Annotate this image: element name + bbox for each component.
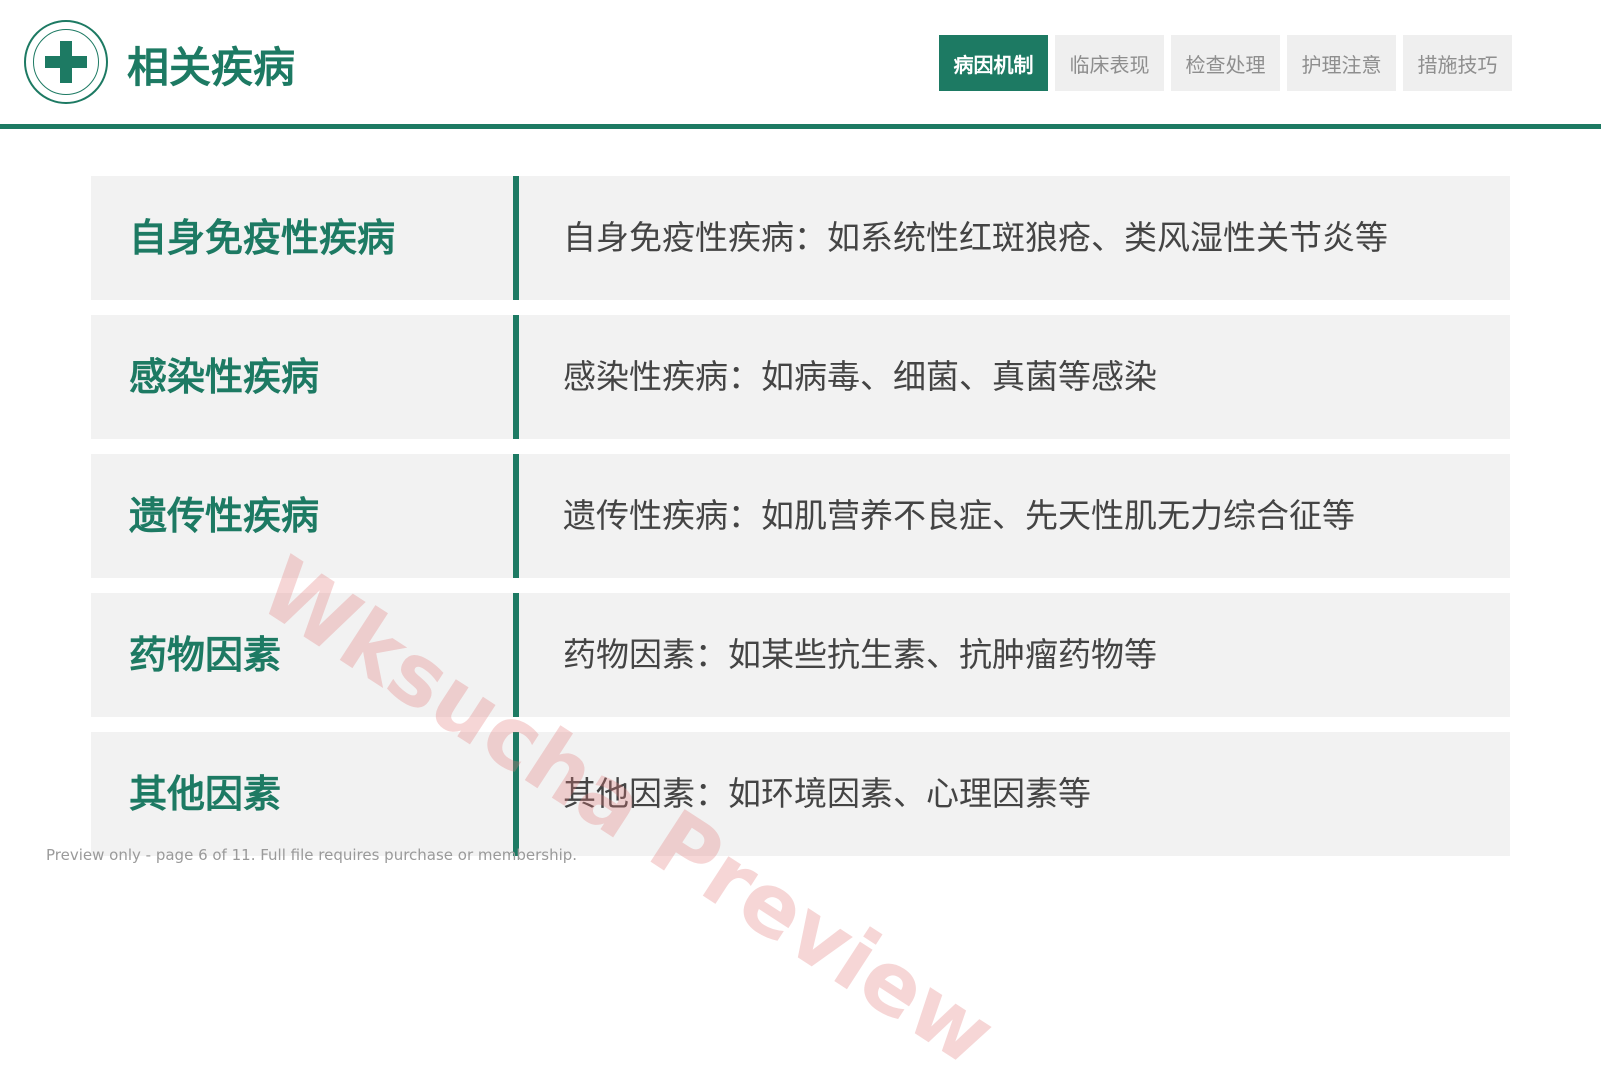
tab-examination[interactable]: 检查处理 xyxy=(1171,35,1280,91)
row-label: 自身免疫性疾病 xyxy=(129,216,396,260)
list-item: 感染性疾病 感染性疾病：如病毒、细菌、真菌等感染 xyxy=(91,315,1510,439)
row-divider xyxy=(513,176,519,300)
tab-clinical-manifestation[interactable]: 临床表现 xyxy=(1055,35,1164,91)
slide-header: 相关疾病 病因机制 临床表现 检查处理 护理注意 措施技巧 xyxy=(0,0,1601,130)
tab-techniques[interactable]: 措施技巧 xyxy=(1403,35,1512,91)
list-item: 自身免疫性疾病 自身免疫性疾病：如系统性红斑狼疮、类风湿性关节炎等 xyxy=(91,176,1510,300)
preview-footer-note: Preview only - page 6 of 11. Full file r… xyxy=(46,846,578,864)
tab-nursing-notes[interactable]: 护理注意 xyxy=(1287,35,1396,91)
row-divider xyxy=(513,454,519,578)
page-title: 相关疾病 xyxy=(127,43,296,92)
row-description: 其他因素：如环境因素、心理因素等 xyxy=(563,774,1091,813)
row-label: 其他因素 xyxy=(129,772,282,816)
tab-etiology[interactable]: 病因机制 xyxy=(939,35,1048,91)
row-divider xyxy=(513,315,519,439)
row-label: 感染性疾病 xyxy=(129,355,320,399)
tab-bar: 病因机制 临床表现 检查处理 护理注意 措施技巧 xyxy=(939,35,1519,91)
logo xyxy=(24,20,108,104)
row-description: 感染性疾病：如病毒、细菌、真菌等感染 xyxy=(563,357,1157,396)
header-divider xyxy=(0,124,1601,129)
row-description: 遗传性疾病：如肌营养不良症、先天性肌无力综合征等 xyxy=(563,496,1355,535)
list-item: 药物因素 药物因素：如某些抗生素、抗肿瘤药物等 xyxy=(91,593,1510,717)
medical-cross-icon xyxy=(45,41,87,83)
row-divider xyxy=(513,593,519,717)
disease-list: 自身免疫性疾病 自身免疫性疾病：如系统性红斑狼疮、类风湿性关节炎等 感染性疾病 … xyxy=(91,176,1510,871)
list-item: 其他因素 其他因素：如环境因素、心理因素等 xyxy=(91,732,1510,856)
row-label: 遗传性疾病 xyxy=(129,494,320,538)
row-description: 药物因素：如某些抗生素、抗肿瘤药物等 xyxy=(563,635,1157,674)
row-label: 药物因素 xyxy=(129,633,282,677)
row-divider xyxy=(513,732,519,856)
list-item: 遗传性疾病 遗传性疾病：如肌营养不良症、先天性肌无力综合征等 xyxy=(91,454,1510,578)
row-description: 自身免疫性疾病：如系统性红斑狼疮、类风湿性关节炎等 xyxy=(563,218,1388,257)
